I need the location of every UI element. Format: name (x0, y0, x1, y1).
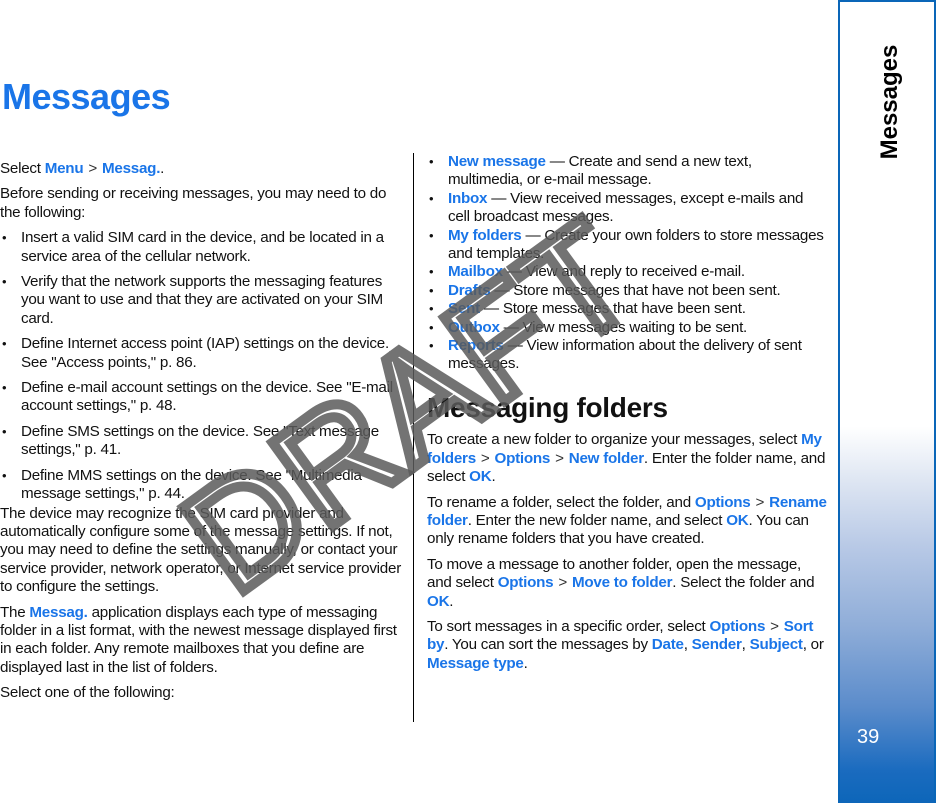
create-folder-paragraph: To create a new folder to organize your … (427, 431, 829, 486)
messag-app-link[interactable]: Messag. (29, 604, 87, 621)
list-item: Insert a valid SIM card in the device, a… (0, 229, 405, 266)
messag-link[interactable]: Messag. (102, 160, 160, 177)
rename-mid: . Enter the new folder name, and select (467, 511, 723, 529)
intro-paragraph: Select Menu > Messag.. (0, 160, 405, 178)
options-link[interactable]: Options (498, 574, 554, 591)
message-type-link[interactable]: Message type (427, 655, 524, 672)
column-divider (413, 153, 414, 722)
list-item: Verify that the network supports the mes… (0, 273, 405, 328)
options-link[interactable]: Options (495, 450, 551, 467)
subject-link[interactable]: Subject (750, 636, 803, 653)
chapter-tab-label: Messages (876, 44, 903, 160)
move-end: . (449, 592, 454, 610)
page-number: 39 (857, 726, 880, 748)
sort-mid: . You can sort the messages by (444, 636, 648, 654)
list-item: Outbox — View messages waiting to be sen… (427, 318, 829, 338)
rename-pre: To rename a folder, select the folder, a… (427, 493, 691, 511)
folder-link-outbox[interactable]: Outbox (448, 319, 500, 336)
sender-link[interactable]: Sender (692, 636, 742, 653)
folder-link-reports[interactable]: Reports (448, 337, 504, 354)
folder-link-sent[interactable]: Sent (448, 300, 480, 317)
left-column: Select Menu > Messag.. Before sending or r… (0, 160, 405, 710)
folder-list: New message — Create and send a new text… (427, 153, 829, 374)
list-item: Define Internet access point (IAP) setti… (0, 335, 405, 372)
folder-desc: — Store messages that have not been sent… (494, 281, 781, 299)
intro-select-text: Select (0, 160, 41, 177)
list-item: Inbox — View received messages, except e… (427, 190, 829, 227)
folder-desc: — View messages waiting to be sent. (503, 318, 748, 336)
options-link[interactable]: Options (695, 494, 751, 511)
folder-desc: — Store messages that have been sent. (483, 300, 746, 318)
list-item: Sent — Store messages that have been sen… (427, 300, 829, 319)
path-separator: > (770, 617, 779, 635)
list-item: Define SMS settings on the device. See "… (0, 423, 405, 460)
path-separator: > (88, 160, 97, 177)
path-separator: > (558, 574, 567, 592)
list-item: Define MMS settings on the device. See "… (0, 467, 405, 504)
path-separator: > (755, 493, 765, 511)
app-paragraph: The Messag. application displays each ty… (0, 604, 405, 678)
select-one-text: Select one of the following: (0, 684, 175, 702)
chapter-side-tab: Messages 39 (838, 0, 936, 803)
rename-folder-paragraph: To rename a folder, select the folder, a… (427, 494, 829, 549)
folder-desc: — View received messages, except e-mails… (448, 189, 804, 226)
before-paragraph: Before sending or receiving messages, yo… (0, 185, 387, 221)
create-pre: To create a new folder to organize your … (427, 431, 798, 449)
path-separator: > (555, 449, 564, 467)
list-item: Reports — View information about the del… (427, 337, 829, 374)
app-pre: The (0, 603, 26, 621)
list-item: Mailbox — View and reply to received e-m… (427, 263, 829, 282)
sort-or: , or (802, 636, 824, 654)
sort-end: . (523, 654, 528, 672)
create-end: . (491, 468, 496, 486)
page-title: Messages (2, 76, 171, 117)
sort-pre: To sort messages in a specific order, se… (427, 617, 706, 635)
ok-link[interactable]: OK (726, 512, 749, 529)
move-to-folder-link[interactable]: Move to folder (572, 574, 673, 591)
right-column: New message — Create and send a new text… (427, 153, 829, 680)
ok-link[interactable]: OK (427, 593, 450, 610)
folder-desc: — View and reply to received e-mail. (506, 263, 745, 281)
ok-link[interactable]: OK (469, 468, 492, 485)
section-heading: Messaging folders (427, 391, 668, 423)
list-item: Drafts — Store messages that have not be… (427, 281, 829, 301)
path-separator: > (480, 449, 490, 467)
options-link[interactable]: Options (710, 618, 766, 635)
folder-link-inbox[interactable]: Inbox (448, 190, 488, 207)
move-mid: . Select the folder and (672, 574, 815, 592)
folder-link-my-folders[interactable]: My folders (448, 227, 522, 244)
list-item: New message — Create and send a new text… (427, 153, 829, 190)
intro-end: . (160, 160, 165, 177)
menu-link[interactable]: Menu (45, 160, 84, 177)
sim-paragraph: The device may recognize the SIM card pr… (0, 504, 402, 596)
move-message-paragraph: To move a message to another folder, ope… (427, 556, 829, 611)
folder-link-new-message[interactable]: New message (448, 153, 546, 170)
list-item: Define e-mail account settings on the de… (0, 379, 405, 416)
folder-link-drafts[interactable]: Drafts (448, 282, 491, 299)
folder-link-mailbox[interactable]: Mailbox (448, 263, 503, 280)
list-item: My folders — Create your own folders to … (427, 227, 829, 264)
sort-messages-paragraph: To sort messages in a specific order, se… (427, 617, 824, 672)
date-link[interactable]: Date (652, 636, 684, 653)
setup-steps-list: Insert a valid SIM card in the device, a… (0, 229, 405, 503)
new-folder-link[interactable]: New folder (569, 450, 644, 467)
